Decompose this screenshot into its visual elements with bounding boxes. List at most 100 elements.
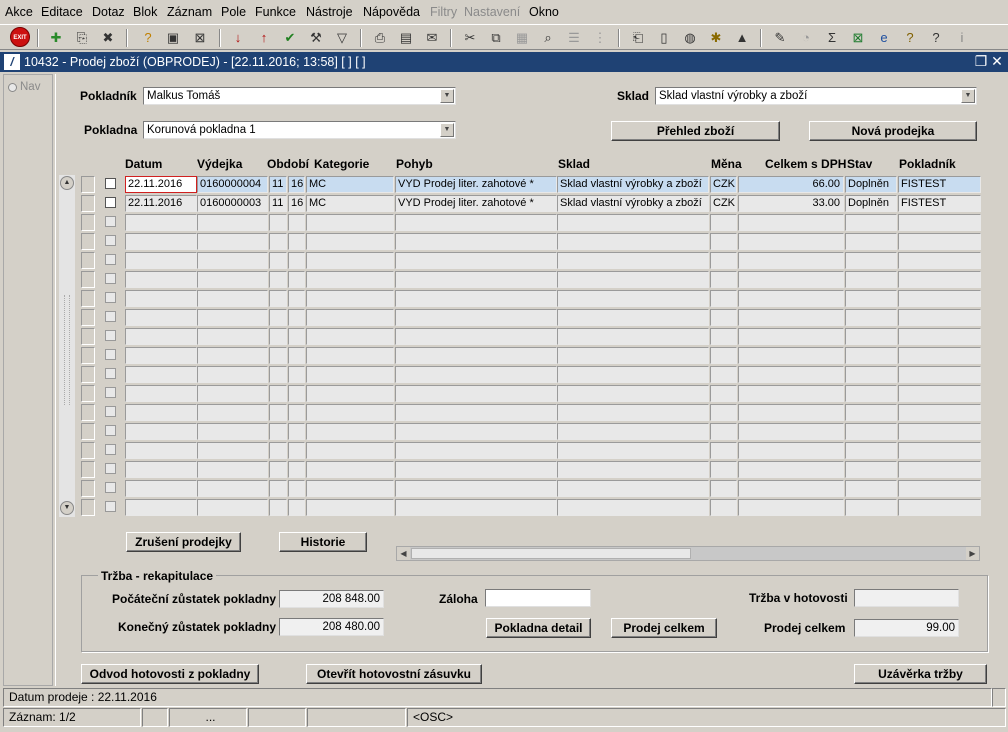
- empty-cell[interactable]: [738, 480, 844, 497]
- empty-cell[interactable]: [306, 461, 394, 478]
- pokladna-select[interactable]: Korunová pokladna 1 ▼: [143, 121, 456, 139]
- empty-cell[interactable]: [269, 328, 287, 345]
- empty-cell[interactable]: [738, 499, 844, 516]
- menu-okno[interactable]: Okno: [529, 5, 559, 19]
- empty-cell[interactable]: [269, 214, 287, 231]
- wrench-icon[interactable]: ⚒: [306, 28, 326, 48]
- print-icon[interactable]: ⎙: [370, 28, 390, 48]
- empty-cell[interactable]: [557, 366, 709, 383]
- empty-cell[interactable]: [557, 214, 709, 231]
- empty-cell[interactable]: [197, 347, 268, 364]
- empty-cell[interactable]: [845, 366, 897, 383]
- pokladna-detail-button[interactable]: Pokladna detail: [486, 618, 591, 638]
- duplicate-record-icon[interactable]: ⎘: [72, 28, 92, 48]
- empty-cell[interactable]: [738, 309, 844, 326]
- empty-cell[interactable]: [288, 309, 305, 326]
- row-indicator[interactable]: [81, 328, 95, 345]
- empty-cell[interactable]: [898, 461, 981, 478]
- cell-sklad[interactable]: Sklad vlastní výrobky a zboží: [557, 176, 709, 193]
- cell-celkem[interactable]: 33.00: [738, 195, 844, 212]
- scroll-thumb[interactable]: [411, 548, 691, 559]
- menu-pole[interactable]: Pole: [221, 5, 246, 19]
- empty-cell[interactable]: [738, 290, 844, 307]
- row-checkbox[interactable]: [105, 292, 116, 303]
- row-indicator[interactable]: [81, 385, 95, 402]
- empty-cell[interactable]: [395, 404, 557, 421]
- chevron-down-icon[interactable]: ▼: [961, 89, 975, 103]
- empty-cell[interactable]: [269, 385, 287, 402]
- empty-cell[interactable]: [898, 214, 981, 231]
- empty-cell[interactable]: [197, 385, 268, 402]
- empty-cell[interactable]: [306, 347, 394, 364]
- empty-cell[interactable]: [288, 271, 305, 288]
- empty-cell[interactable]: [269, 404, 287, 421]
- empty-cell[interactable]: [738, 214, 844, 231]
- empty-cell[interactable]: [898, 233, 981, 250]
- grid-vertical-scrollbar[interactable]: ▲ ▼: [59, 175, 75, 517]
- cell-datum[interactable]: 22.11.2016: [125, 176, 197, 193]
- help-icon[interactable]: ?: [926, 28, 946, 48]
- empty-cell[interactable]: [269, 252, 287, 269]
- checkmark-icon[interactable]: ✔: [280, 28, 300, 48]
- uzaverka-trzby-button[interactable]: Uzávěrka tržby: [854, 664, 987, 684]
- menu-dotaz[interactable]: Dotaz: [92, 5, 125, 19]
- cell-celkem[interactable]: 66.00: [738, 176, 844, 193]
- empty-cell[interactable]: [288, 328, 305, 345]
- chevron-down-icon[interactable]: ▼: [440, 89, 454, 103]
- empty-cell[interactable]: [845, 233, 897, 250]
- empty-cell[interactable]: [395, 290, 557, 307]
- empty-cell[interactable]: [125, 499, 197, 516]
- document-icon[interactable]: ▯: [654, 28, 674, 48]
- empty-cell[interactable]: [125, 214, 197, 231]
- empty-cell[interactable]: [125, 252, 197, 269]
- menu-nastroje[interactable]: Nástroje: [306, 5, 353, 19]
- globe-icon[interactable]: ◍: [680, 28, 700, 48]
- cell-obdobi-rok[interactable]: 16: [288, 195, 305, 212]
- row-checkbox[interactable]: [105, 482, 116, 493]
- row-checkbox[interactable]: [105, 444, 116, 455]
- row-checkbox[interactable]: [105, 387, 116, 398]
- empty-cell[interactable]: [710, 423, 737, 440]
- empty-cell[interactable]: [395, 442, 557, 459]
- empty-cell[interactable]: [306, 385, 394, 402]
- cell-pokladnik[interactable]: FISTEST: [898, 176, 981, 193]
- empty-cell[interactable]: [288, 385, 305, 402]
- row-indicator[interactable]: [81, 499, 95, 516]
- empty-cell[interactable]: [306, 423, 394, 440]
- empty-cell[interactable]: [306, 499, 394, 516]
- empty-cell[interactable]: [395, 385, 557, 402]
- empty-cell[interactable]: [125, 385, 197, 402]
- empty-cell[interactable]: [395, 309, 557, 326]
- empty-cell[interactable]: [125, 290, 197, 307]
- empty-cell[interactable]: [306, 214, 394, 231]
- empty-cell[interactable]: [395, 233, 557, 250]
- empty-cell[interactable]: [710, 309, 737, 326]
- empty-cell[interactable]: [288, 442, 305, 459]
- empty-cell[interactable]: [197, 271, 268, 288]
- row-checkbox[interactable]: [105, 197, 116, 208]
- menu-funkce[interactable]: Funkce: [255, 5, 296, 19]
- exit-button[interactable]: EXIT: [10, 27, 30, 47]
- empty-cell[interactable]: [710, 404, 737, 421]
- empty-cell[interactable]: [395, 214, 557, 231]
- row-checkbox[interactable]: [105, 254, 116, 265]
- query-execute-icon[interactable]: ▣: [163, 28, 183, 48]
- row-checkbox[interactable]: [105, 178, 116, 189]
- odvod-hotovosti-button[interactable]: Odvod hotovosti z pokladny: [81, 664, 259, 684]
- empty-cell[interactable]: [557, 252, 709, 269]
- menu-blok[interactable]: Blok: [133, 5, 157, 19]
- zaloha-input[interactable]: [485, 589, 591, 607]
- empty-cell[interactable]: [306, 271, 394, 288]
- empty-cell[interactable]: [845, 423, 897, 440]
- row-checkbox[interactable]: [105, 349, 116, 360]
- empty-cell[interactable]: [845, 499, 897, 516]
- empty-cell[interactable]: [269, 499, 287, 516]
- cell-stav[interactable]: Doplněn: [845, 195, 897, 212]
- otevrit-zasuvku-button[interactable]: Otevřít hotovostní zásuvku: [306, 664, 482, 684]
- empty-cell[interactable]: [898, 328, 981, 345]
- cell-pohyb[interactable]: VYD Prodej liter. zahotové *: [395, 195, 557, 212]
- empty-cell[interactable]: [845, 290, 897, 307]
- empty-cell[interactable]: [125, 328, 197, 345]
- empty-cell[interactable]: [710, 290, 737, 307]
- sort-ascending-icon[interactable]: ↓: [228, 28, 248, 48]
